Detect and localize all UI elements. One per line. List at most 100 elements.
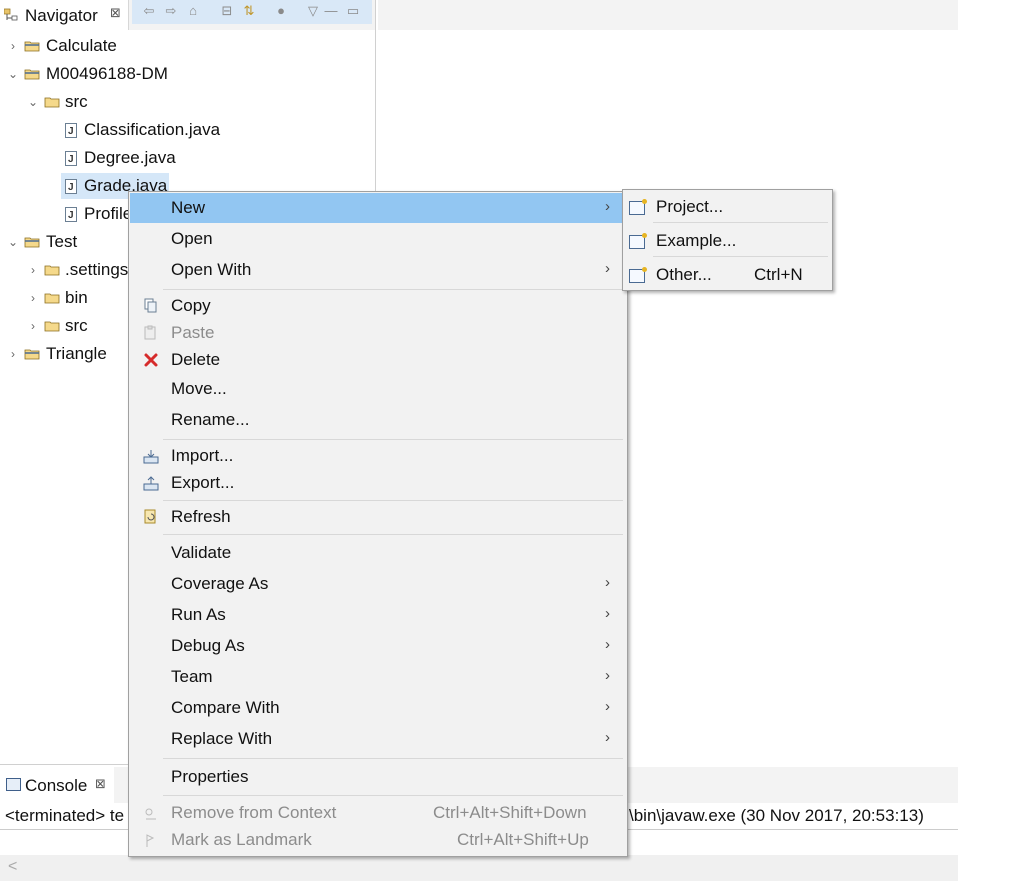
tree-item-label: Degree.java <box>84 148 176 167</box>
collapse-all-icon[interactable]: ⊟ <box>218 2 236 20</box>
menu-item-export[interactable]: Export... <box>129 473 627 497</box>
submenu-new: Project... Example... Other... Ctrl+N <box>622 189 833 291</box>
menu-item-label: Replace With <box>171 729 273 748</box>
landmark-icon <box>146 834 155 847</box>
menu-item-label: Remove from Context <box>171 803 337 822</box>
menu-separator <box>163 289 623 290</box>
expand-icon[interactable]: › <box>8 342 18 366</box>
menu-item-copy[interactable]: Copy <box>129 296 627 320</box>
new-project-icon <box>629 199 647 215</box>
menu-item-validate[interactable]: Validate <box>129 543 627 567</box>
submenu-arrow-icon: › <box>605 667 610 684</box>
menu-item-label: Validate <box>171 543 232 562</box>
menu-item-debug-as[interactable]: Debug As › <box>129 636 627 660</box>
console-status-text: <terminated> te <box>5 806 125 825</box>
submenu-arrow-icon: › <box>605 574 610 591</box>
submenu-arrow-icon: › <box>605 605 610 622</box>
forward-icon[interactable]: ⇨ <box>162 2 180 20</box>
maximize-icon[interactable]: ▭ <box>344 2 362 20</box>
expand-icon[interactable]: › <box>28 286 38 310</box>
menu-item-label: Compare With <box>171 698 280 717</box>
menu-item-replace-with[interactable]: Replace With › <box>129 729 627 753</box>
menu-item-team[interactable]: Team › <box>129 667 627 691</box>
menu-item-rename[interactable]: Rename... <box>129 410 627 434</box>
menu-item-refresh[interactable]: Refresh <box>129 507 627 531</box>
tree-item-label: Triangle <box>46 344 107 363</box>
submenu-item-other[interactable]: Other... Ctrl+N <box>623 265 832 289</box>
tree-item-calculate[interactable]: › Calculate <box>0 34 370 58</box>
close-icon[interactable]: ⊠ <box>110 5 121 21</box>
console-process-text: \bin\javaw.exe (30 Nov 2017, 20:53:13) <box>629 806 924 825</box>
menu-item-label: Import... <box>171 446 234 465</box>
collapse-icon[interactable]: ⌄ <box>8 62 18 86</box>
menu-separator <box>163 534 623 535</box>
menu-item-label: Other... <box>656 265 712 284</box>
submenu-item-project[interactable]: Project... <box>623 197 832 221</box>
expand-icon[interactable]: › <box>28 314 38 338</box>
menu-item-open-with[interactable]: Open With › <box>129 260 627 284</box>
menu-item-label: New <box>171 198 206 217</box>
menu-item-label: Delete <box>171 350 221 369</box>
menu-item-label: Open <box>171 229 213 248</box>
tree-item-label: M00496188-DM <box>46 64 168 83</box>
scroll-left-icon[interactable]: < <box>8 858 17 876</box>
menu-item-paste[interactable]: Paste <box>129 323 627 347</box>
menu-item-label: Refresh <box>171 507 231 526</box>
menu-item-move[interactable]: Move... <box>129 379 627 403</box>
tree-item-src[interactable]: ⌄ src <box>0 90 370 114</box>
menu-item-coverage-as[interactable]: Coverage As › <box>129 574 627 598</box>
tree-item-classification[interactable]: Classification.java <box>0 118 370 144</box>
minimize-icon[interactable]: — <box>322 2 340 20</box>
import-icon <box>143 450 159 464</box>
collapse-icon[interactable]: ⌄ <box>28 90 38 114</box>
link-with-editor-icon[interactable]: ⇅ <box>240 2 258 20</box>
navigator-tab[interactable]: Navigator ⊠ <box>0 0 129 30</box>
menu-item-new[interactable]: New › <box>129 198 627 222</box>
submenu-item-example[interactable]: Example... <box>623 231 832 255</box>
focus-task-icon[interactable]: ● <box>272 2 290 20</box>
menu-item-label: Coverage As <box>171 574 269 593</box>
navigator-toolbar: ⇦ ⇨ ⌂ ⊟ ⇅ ● ▽ — ▭ <box>132 0 372 24</box>
menu-item-open[interactable]: Open <box>129 229 627 253</box>
project-folder-icon <box>24 237 40 248</box>
menu-item-mark-as-landmark[interactable]: Mark as Landmark Ctrl+Alt+Shift+Up <box>129 830 627 854</box>
back-icon[interactable]: ⇦ <box>140 2 158 20</box>
folder-icon <box>44 97 60 108</box>
horizontal-scrollbar[interactable] <box>0 855 958 881</box>
tree-item-project[interactable]: ⌄ M00496188-DM <box>0 62 370 86</box>
folder-icon <box>44 321 60 332</box>
menu-item-import[interactable]: Import... <box>129 446 627 470</box>
menu-item-label: Properties <box>171 767 249 786</box>
paste-icon <box>144 325 156 340</box>
home-icon[interactable]: ⌂ <box>184 2 202 20</box>
menu-item-run-as[interactable]: Run As › <box>129 605 627 629</box>
collapse-icon[interactable]: ⌄ <box>8 230 18 254</box>
folder-icon <box>44 293 60 304</box>
menu-separator <box>653 256 828 257</box>
submenu-arrow-icon: › <box>605 729 610 746</box>
tree-item-degree[interactable]: Degree.java <box>0 146 370 172</box>
menu-separator <box>163 758 623 759</box>
menu-item-label: Move... <box>171 379 227 398</box>
menu-item-remove-from-context[interactable]: Remove from Context Ctrl+Alt+Shift+Down <box>129 803 627 827</box>
expand-icon[interactable]: › <box>28 258 38 282</box>
expand-icon[interactable]: › <box>8 34 18 58</box>
editor-area-header <box>378 0 958 30</box>
menu-item-shortcut: Ctrl+Alt+Shift+Down <box>433 803 587 822</box>
navigator-icon <box>4 8 18 21</box>
tree-item-label: Profile <box>84 204 133 223</box>
navigator-tab-label: Navigator <box>25 6 98 25</box>
remove-context-icon <box>145 808 156 820</box>
console-icon <box>6 778 21 791</box>
menu-item-label: Copy <box>171 296 211 315</box>
menu-item-properties[interactable]: Properties <box>129 767 627 791</box>
submenu-arrow-icon: › <box>605 260 610 277</box>
project-folder-icon <box>24 349 40 360</box>
menu-item-compare-with[interactable]: Compare With › <box>129 698 627 722</box>
submenu-arrow-icon: › <box>605 636 610 653</box>
view-menu-icon[interactable]: ▽ <box>304 2 322 20</box>
menu-item-delete[interactable]: Delete <box>129 350 627 374</box>
close-icon[interactable]: ⊠ <box>95 776 106 792</box>
tree-item-label: bin <box>65 288 88 307</box>
submenu-arrow-icon: › <box>605 698 610 715</box>
